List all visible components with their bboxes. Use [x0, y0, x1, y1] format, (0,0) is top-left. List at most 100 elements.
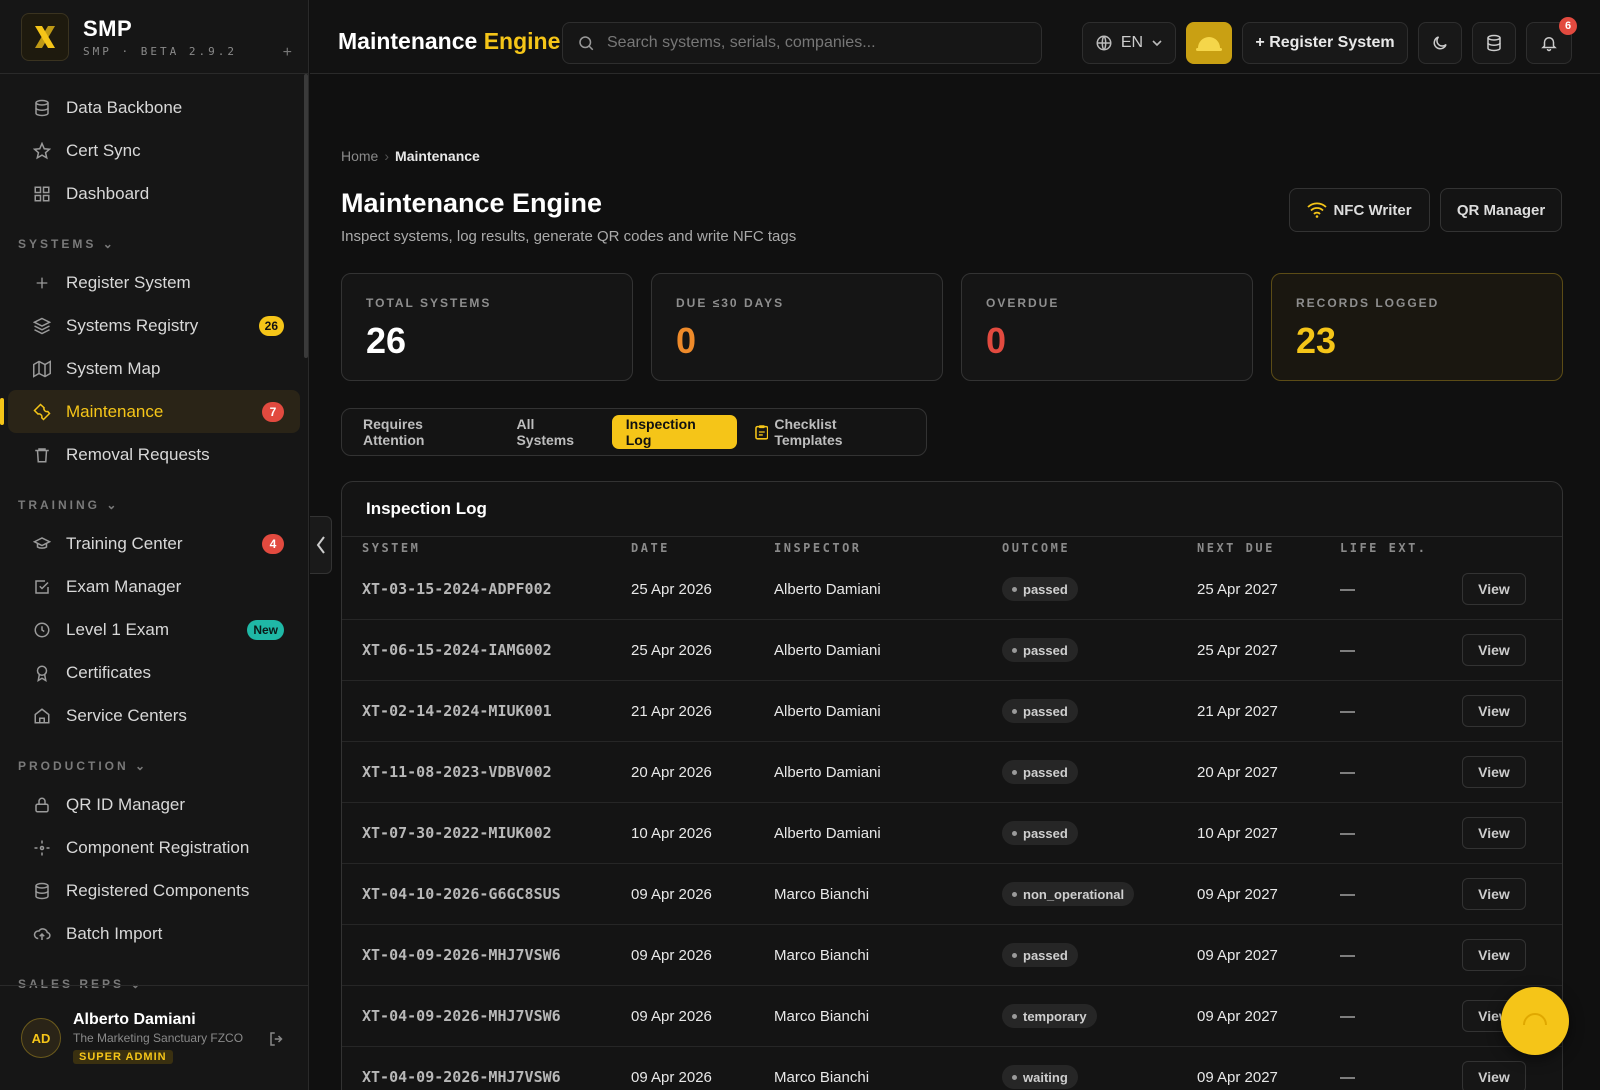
view-button[interactable]: View	[1462, 1061, 1526, 1090]
table-row[interactable]: XT-04-09-2026-MHJ7VSW6 09 Apr 2026 Marco B…	[342, 986, 1562, 1047]
nav-item-label: Removal Requests	[66, 444, 210, 464]
system-serial[interactable]: XT-04-09-2026-MHJ7VSW6	[362, 1007, 561, 1025]
table-row[interactable]: XT-02-14-2024-MIUK001 21 Apr 2026 Alberto …	[342, 681, 1562, 742]
nav-item-removal-requests[interactable]: Removal Requests	[8, 433, 300, 476]
view-button[interactable]: View	[1462, 634, 1526, 666]
nav-item-label: Exam Manager	[66, 576, 182, 596]
notifications-button[interactable]: 6	[1526, 17, 1577, 64]
nav-item-label: Maintenance	[66, 401, 164, 421]
view-button[interactable]: View	[1462, 756, 1526, 788]
register-system-button[interactable]: + Register System	[1242, 22, 1408, 64]
inspection-date: 09 Apr 2026	[631, 946, 712, 964]
nav-item-systems-registry[interactable]: Systems Registry 26	[8, 304, 300, 347]
table-row[interactable]: XT-06-15-2024-IAMG002 25 Apr 2026 Alberto …	[342, 620, 1562, 681]
outcome-badge: temporary	[1002, 1004, 1097, 1028]
collapse-sidebar-button[interactable]	[310, 516, 332, 574]
col-outcome: OUTCOME	[1002, 541, 1071, 555]
view-button[interactable]: View	[1462, 939, 1526, 971]
system-serial[interactable]: XT-04-10-2026-G6GC8SUS	[362, 885, 561, 903]
nav-item-registered-components[interactable]: Registered Components	[8, 869, 300, 912]
table-row[interactable]: XT-11-08-2023-VDBV002 20 Apr 2026 Alberto …	[342, 742, 1562, 803]
nav-item-data-backbone[interactable]: Data Backbone	[8, 86, 300, 129]
system-serial[interactable]: XT-04-09-2026-MHJ7VSW6	[362, 946, 561, 964]
nav-item-system-map[interactable]: System Map	[8, 347, 300, 390]
qr-manager-button[interactable]: QR Manager	[1440, 188, 1562, 232]
view-button[interactable]: View	[1462, 573, 1526, 605]
nav-item-level-1-exam[interactable]: Level 1 Exam New	[8, 608, 300, 651]
inspection-date: 21 Apr 2026	[631, 702, 712, 720]
col-system: SYSTEM	[362, 541, 421, 555]
moon-icon	[1433, 36, 1447, 50]
table-row[interactable]: XT-03-15-2024-ADPF002 25 Apr 2026 Alberto …	[342, 559, 1562, 620]
tab-inspection-log[interactable]: Inspection Log	[611, 415, 737, 449]
life-extension: —	[1340, 763, 1355, 781]
nfc-writer-button[interactable]: NFC Writer	[1289, 188, 1430, 232]
search-input[interactable]: Search systems, serials, companies...	[562, 22, 1042, 64]
tab-all-systems[interactable]: All Systems	[502, 415, 607, 449]
stat-overdue: OVERDUE 0	[961, 273, 1253, 381]
inspector-name: Alberto Damiani	[774, 824, 881, 842]
language-select[interactable]: EN	[1082, 22, 1176, 64]
logout-icon[interactable]	[268, 1030, 286, 1053]
map-icon	[32, 359, 52, 379]
page-title: Maintenance Engine	[341, 188, 603, 218]
table-row[interactable]: XT-04-09-2026-MHJ7VSW6 09 Apr 2026 Marco B…	[342, 1047, 1562, 1090]
nav-item-qr-id-manager[interactable]: QR ID Manager	[8, 783, 300, 826]
nav-item-label: Dashboard	[66, 183, 150, 203]
next-due-date: 21 Apr 2027	[1197, 702, 1278, 720]
grid-icon	[32, 184, 52, 204]
nav-item-maintenance[interactable]: Maintenance 7	[0, 390, 300, 433]
section-production[interactable]: PRODUCTION ⌄	[0, 737, 308, 783]
system-serial[interactable]: XT-11-08-2023-VDBV002	[362, 763, 552, 781]
nav: Data Backbone Cert Sync Dashboard SYSTEM…	[0, 74, 308, 1001]
database-button[interactable]	[1472, 22, 1516, 64]
database-icon	[32, 98, 52, 118]
nav-item-component-registration[interactable]: Component Registration	[8, 826, 300, 869]
table-row[interactable]: XT-04-10-2026-G6GC8SUS 09 Apr 2026 Marco B…	[342, 864, 1562, 925]
nav-item-cert-sync[interactable]: Cert Sync	[8, 129, 300, 172]
system-serial[interactable]: XT-04-09-2026-MHJ7VSW6	[362, 1068, 561, 1086]
table-row[interactable]: XT-07-30-2022-MIUK002 10 Apr 2026 Alberto …	[342, 803, 1562, 864]
inspection-date: 09 Apr 2026	[631, 885, 712, 903]
inspector-name: Marco Bianchi	[774, 885, 870, 903]
nav-item-register-system[interactable]: Register System	[8, 261, 300, 304]
life-extension: —	[1340, 641, 1355, 659]
view-button[interactable]: View	[1462, 695, 1526, 727]
nav-item-batch-import[interactable]: Batch Import	[8, 912, 300, 955]
bell-icon	[1541, 37, 1557, 52]
breadcrumb-home[interactable]: Home	[341, 148, 378, 164]
user-company: The Marketing Sanctuary FZCO	[73, 1031, 244, 1045]
sidebar-scrollbar[interactable]	[304, 74, 308, 358]
award-icon	[32, 663, 52, 683]
section-systems[interactable]: SYSTEMS ⌄	[0, 215, 308, 261]
sparkle-icon	[32, 838, 52, 858]
database-icon	[32, 881, 52, 901]
nav-item-service-centers[interactable]: Service Centers	[8, 694, 300, 737]
helmet-button[interactable]	[1186, 22, 1232, 64]
topbar: Maintenance Engine Search systems, seria…	[310, 0, 1600, 74]
avatar[interactable]: AD	[21, 1018, 61, 1058]
col-next-due: NEXT DUE	[1197, 541, 1275, 555]
stat-records-logged: RECORDS LOGGED 23	[1271, 273, 1563, 381]
nav-item-dashboard[interactable]: Dashboard	[8, 172, 300, 215]
outcome-badge: non_operational	[1002, 882, 1135, 906]
view-button[interactable]: View	[1462, 817, 1526, 849]
assistant-fab[interactable]	[1501, 987, 1569, 1055]
section-training[interactable]: TRAINING ⌄	[0, 476, 308, 522]
tab-requires-attention[interactable]: Requires Attention	[349, 415, 498, 449]
inspector-name: Alberto Damiani	[774, 580, 881, 598]
tab-checklist-templates[interactable]: Checklist Templates	[741, 415, 919, 449]
nav-item-training-center[interactable]: Training Center 4	[8, 522, 300, 565]
system-serial[interactable]: XT-03-15-2024-ADPF002	[362, 580, 552, 598]
nav-item-exam-manager[interactable]: Exam Manager	[8, 565, 300, 608]
logo[interactable]	[21, 12, 69, 61]
nav-item-certificates[interactable]: Certificates	[8, 651, 300, 694]
view-button[interactable]: View	[1462, 878, 1526, 910]
plus-icon[interactable]: +	[283, 44, 292, 62]
user-name: Alberto Damiani	[73, 1011, 196, 1028]
system-serial[interactable]: XT-02-14-2024-MIUK001	[362, 702, 552, 720]
system-serial[interactable]: XT-06-15-2024-IAMG002	[362, 641, 552, 659]
theme-toggle[interactable]	[1418, 22, 1462, 64]
table-row[interactable]: XT-04-09-2026-MHJ7VSW6 09 Apr 2026 Marco B…	[342, 925, 1562, 986]
system-serial[interactable]: XT-07-30-2022-MIUK002	[362, 824, 552, 842]
